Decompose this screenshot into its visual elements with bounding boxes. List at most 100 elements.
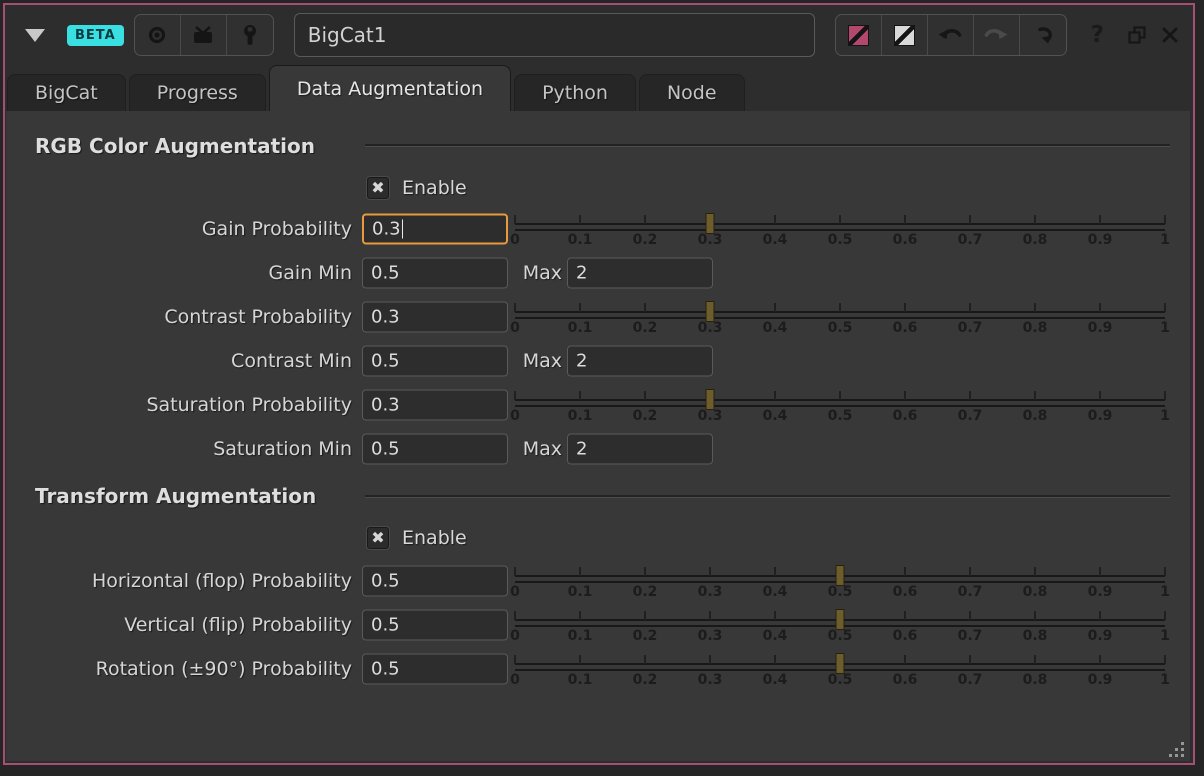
flop-probability-field[interactable]: 0.5 xyxy=(362,566,508,597)
tab-node[interactable]: Node xyxy=(639,74,745,111)
node-color-button[interactable] xyxy=(836,15,882,55)
redo-button[interactable] xyxy=(974,15,1020,55)
panel-toolbar xyxy=(835,14,1067,56)
contrast-probability-slider[interactable]: 00.10.20.30.40.50.60.70.80.91 xyxy=(515,299,1165,335)
node-toolbar xyxy=(134,14,274,56)
node-name-input[interactable]: BigCat1 xyxy=(294,13,815,57)
undo-button[interactable] xyxy=(928,15,974,55)
slider-tick xyxy=(644,303,646,312)
slider-tick xyxy=(1034,391,1036,400)
close-button[interactable] xyxy=(1161,26,1179,44)
tab-bigcat[interactable]: BigCat xyxy=(7,74,126,111)
center-node-button[interactable] xyxy=(135,15,181,55)
slider-tick xyxy=(644,611,646,620)
slider-tick xyxy=(969,611,971,620)
slider-tick-label: 0.6 xyxy=(893,628,918,644)
slider-tick xyxy=(579,655,581,664)
slider-tick-label: 0.2 xyxy=(633,232,658,248)
field-value: 0.5 xyxy=(371,439,400,460)
slider-tick xyxy=(1034,611,1036,620)
slider-track[interactable] xyxy=(515,223,1165,231)
slider-tick-label: 0.5 xyxy=(828,628,853,644)
tab-data-augmentation[interactable]: Data Augmentation xyxy=(269,65,511,111)
slider-tick xyxy=(709,611,711,620)
field-value: 2 xyxy=(576,351,587,372)
disclosure-triangle-icon[interactable] xyxy=(25,29,45,42)
slider-tick xyxy=(1164,655,1166,664)
field-value: 0.5 xyxy=(371,659,400,680)
slider-tick-label: 0.9 xyxy=(1088,232,1113,248)
slider-tick xyxy=(904,655,906,664)
max-label: Max xyxy=(472,262,562,284)
slider-tick-label: 0.5 xyxy=(828,232,853,248)
gain-probability-field[interactable]: 0.3 xyxy=(362,214,508,245)
flip-probability-slider[interactable]: 00.10.20.30.40.50.60.70.80.91 xyxy=(515,607,1165,643)
slider-handle[interactable] xyxy=(706,301,715,322)
flip-probability-field[interactable]: 0.5 xyxy=(362,610,508,641)
slider-tick xyxy=(839,303,841,312)
slider-tick xyxy=(644,215,646,224)
slider-tick-label: 1 xyxy=(1160,408,1170,424)
slider-tick-label: 0.8 xyxy=(1023,672,1048,688)
resize-grip[interactable] xyxy=(1169,742,1185,758)
float-window-button[interactable] xyxy=(1128,26,1147,45)
slider-tick-label: 0 xyxy=(510,628,520,644)
gain-probability-slider[interactable]: 00.10.20.30.40.50.60.70.80.91 xyxy=(515,211,1165,247)
contrast-probability-field[interactable]: 0.3 xyxy=(362,302,508,333)
tabstrip: BigCat Progress Data Augmentation Python… xyxy=(5,63,1193,111)
slider-tick-label: 0.8 xyxy=(1023,232,1048,248)
slider-handle[interactable] xyxy=(836,565,845,586)
slider-tick-label: 0.6 xyxy=(893,320,918,336)
slider-tick-label: 0.9 xyxy=(1088,628,1113,644)
help-button[interactable]: ? xyxy=(1091,22,1104,48)
slider-handle[interactable] xyxy=(836,609,845,630)
tab-python[interactable]: Python xyxy=(514,74,636,111)
tab-progress[interactable]: Progress xyxy=(129,74,266,111)
slider-tick-label: 0.8 xyxy=(1023,628,1048,644)
slider-tick-label: 1 xyxy=(1160,628,1170,644)
param-label: Rotation (±90°) Probability xyxy=(6,658,352,680)
rotation-probability-field[interactable]: 0.5 xyxy=(362,654,508,685)
param-row-flip-probability: Vertical (flip) Probability 0.5 00.10.20… xyxy=(6,607,1190,643)
slider-track[interactable] xyxy=(515,399,1165,407)
slider-tick-label: 0.2 xyxy=(633,408,658,424)
gain-max-field[interactable]: 2 xyxy=(567,258,713,289)
saturation-probability-field[interactable]: 0.3 xyxy=(362,390,508,421)
slider-handle[interactable] xyxy=(836,653,845,674)
node-color-swatch-icon xyxy=(848,25,869,46)
slider-tick-label: 0.3 xyxy=(698,408,723,424)
slider-tick xyxy=(1034,303,1036,312)
slider-tick-label: 0.6 xyxy=(893,672,918,688)
slider-handle[interactable] xyxy=(706,389,715,410)
slider-tick-label: 0.7 xyxy=(958,232,983,248)
slider-tick xyxy=(514,391,516,400)
panel-color-button[interactable] xyxy=(882,15,928,55)
field-value: 0.3 xyxy=(372,219,401,240)
slider-tick-label: 0.1 xyxy=(568,408,593,424)
revert-button[interactable] xyxy=(1020,15,1066,55)
slider-tick-label: 0.7 xyxy=(958,628,983,644)
tab-content: RGB Color Augmentation ✖ Enable Gain Pro… xyxy=(6,111,1190,761)
slider-tick-label: 1 xyxy=(1160,584,1170,600)
param-row-saturation-minmax: Saturation Min 0.5 Max 2 xyxy=(6,431,1190,467)
redo-icon xyxy=(983,26,1009,44)
slider-tick-label: 0 xyxy=(510,672,520,688)
rgb-enable-checkbox[interactable]: ✖ xyxy=(367,177,389,199)
postage-stamp-button[interactable] xyxy=(181,15,227,55)
slider-tick xyxy=(579,303,581,312)
slider-handle[interactable] xyxy=(706,213,715,234)
transform-enable-checkbox[interactable]: ✖ xyxy=(367,527,389,549)
slider-tick xyxy=(1099,391,1101,400)
saturation-probability-slider[interactable]: 00.10.20.30.40.50.60.70.80.91 xyxy=(515,387,1165,423)
slider-tick xyxy=(904,567,906,576)
saturation-max-field[interactable]: 2 xyxy=(567,434,713,465)
contrast-max-field[interactable]: 2 xyxy=(567,346,713,377)
slider-track[interactable] xyxy=(515,311,1165,319)
slider-tick xyxy=(969,391,971,400)
field-value: 0.3 xyxy=(371,307,400,328)
slider-tick-label: 0.4 xyxy=(763,320,788,336)
rotation-probability-slider[interactable]: 00.10.20.30.40.50.60.70.80.91 xyxy=(515,651,1165,687)
flop-probability-slider[interactable]: 00.10.20.30.40.50.60.70.80.91 xyxy=(515,563,1165,599)
settings-button[interactable] xyxy=(227,15,273,55)
slider-tick xyxy=(709,655,711,664)
